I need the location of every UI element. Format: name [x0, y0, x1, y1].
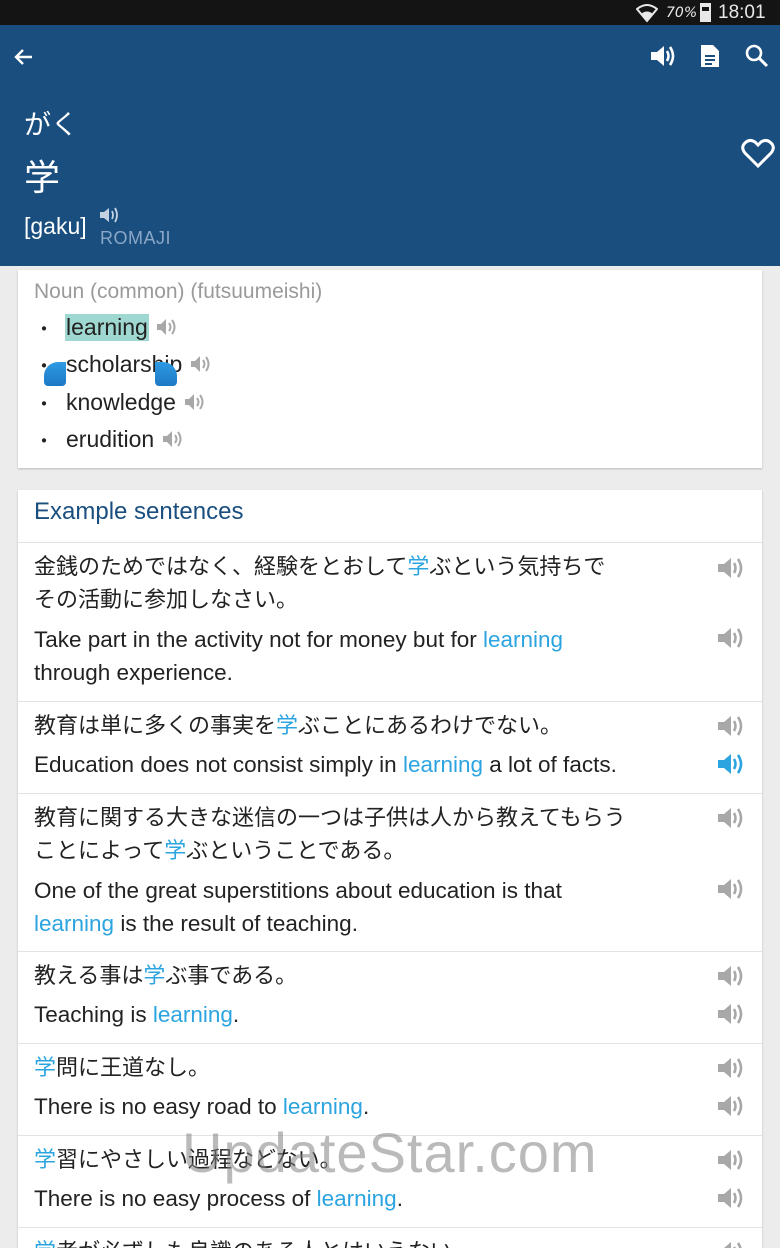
- definitions-card: Noun (common) (futsuumeishi) ・ learning …: [18, 270, 762, 468]
- search-icon: [745, 44, 769, 68]
- sense-word[interactable]: learning: [65, 313, 149, 341]
- example-english[interactable]: There is no easy road to learning.: [34, 1090, 704, 1123]
- speaker-icon: [651, 46, 675, 66]
- speaker-icon[interactable]: [714, 1091, 748, 1121]
- speaker-icon[interactable]: [183, 390, 207, 414]
- sense-item[interactable]: ・ erudition: [34, 422, 185, 456]
- speaker-icon[interactable]: [714, 1053, 748, 1083]
- example-english[interactable]: Take part in the activity not for money …: [34, 623, 704, 689]
- part-of-speech: Noun (common) (futsuumeishi): [34, 280, 323, 303]
- selection-handle-left[interactable]: [44, 362, 66, 386]
- speaker-icon[interactable]: [714, 1183, 748, 1213]
- example-japanese[interactable]: 学者が必ずしも良識のある人とはいえない。: [34, 1236, 704, 1248]
- play-audio-button[interactable]: [646, 39, 680, 73]
- entry-kana: がく: [24, 110, 78, 141]
- example-english[interactable]: There is no easy process of learning.: [34, 1182, 704, 1215]
- search-button[interactable]: [740, 39, 774, 73]
- example-english[interactable]: Education does not consist simply in lea…: [34, 748, 704, 781]
- speaker-icon[interactable]: [714, 1237, 748, 1248]
- bullet: ・: [34, 430, 54, 453]
- sense-word[interactable]: erudition: [65, 426, 155, 453]
- example-item: 金銭のためではなく、経験をとおして学ぶという気持ちで その活動に参加しなさい。 T…: [18, 542, 762, 701]
- bullet: ・: [34, 393, 54, 416]
- document-button[interactable]: [693, 39, 727, 73]
- example-japanese[interactable]: 教育は単に多くの事実を学ぶことにあるわけでない。: [34, 710, 704, 743]
- speaker-icon[interactable]: [155, 315, 179, 339]
- speaker-icon-active[interactable]: [714, 749, 748, 779]
- entry-header: がく 学 [gaku] ROMAJI: [0, 25, 780, 266]
- clock: 18:01: [718, 2, 766, 23]
- speaker-icon[interactable]: [714, 961, 748, 991]
- example-english[interactable]: Teaching is learning.: [34, 998, 704, 1031]
- example-item: 教育は単に多くの事実を学ぶことにあるわけでない。 Education does …: [18, 701, 762, 793]
- speaker-icon[interactable]: [714, 803, 748, 833]
- speaker-icon[interactable]: [714, 623, 748, 653]
- bullet: ・: [34, 318, 54, 341]
- examples-title: Example sentences: [34, 498, 244, 525]
- battery-percent: 70%: [666, 5, 698, 21]
- sense-item[interactable]: ・ knowledge: [34, 385, 207, 419]
- battery-icon: [700, 3, 711, 22]
- heart-outline-icon: [741, 138, 775, 168]
- speaker-icon[interactable]: [714, 711, 748, 741]
- back-button[interactable]: [8, 41, 40, 73]
- arrow-back-icon: [14, 49, 32, 65]
- romaji-label: ROMAJI: [100, 228, 172, 248]
- romaji-speaker-icon[interactable]: [98, 205, 122, 225]
- example-japanese[interactable]: 教える事は学ぶ事である。: [34, 960, 704, 993]
- example-english[interactable]: One of the great superstitions about edu…: [34, 874, 704, 940]
- speaker-icon[interactable]: [714, 553, 748, 583]
- watermark: UpdateStar.com: [182, 1121, 598, 1184]
- speaker-icon[interactable]: [714, 874, 748, 904]
- sense-word[interactable]: knowledge: [65, 389, 177, 416]
- speaker-icon[interactable]: [714, 1145, 748, 1175]
- wifi-icon: [636, 4, 658, 23]
- sense-item[interactable]: ・ learning: [34, 310, 179, 344]
- status-bar: 70% 18:01: [0, 0, 780, 25]
- document-icon: [701, 45, 719, 67]
- example-item: 教育に関する大きな迷信の一つは子供は人から教えてもらう ことによって学ぶということ…: [18, 793, 762, 951]
- example-japanese[interactable]: 金銭のためではなく、経験をとおして学ぶという気持ちで その活動に参加しなさい。: [34, 551, 704, 617]
- example-item: 教える事は学ぶ事である。 Teaching is learning.: [18, 951, 762, 1043]
- romaji-reading: [gaku]: [24, 213, 87, 239]
- favorite-button[interactable]: [738, 133, 778, 173]
- example-item: 学者が必ずしも良識のある人とはいえない。: [18, 1227, 762, 1248]
- entry-kanji: 学: [24, 158, 61, 199]
- speaker-icon[interactable]: [189, 352, 213, 376]
- speaker-icon[interactable]: [714, 999, 748, 1029]
- example-japanese[interactable]: 学問に王道なし。: [34, 1052, 704, 1085]
- speaker-icon[interactable]: [161, 427, 185, 451]
- example-japanese[interactable]: 教育に関する大きな迷信の一つは子供は人から教えてもらう ことによって学ぶということ…: [34, 802, 704, 868]
